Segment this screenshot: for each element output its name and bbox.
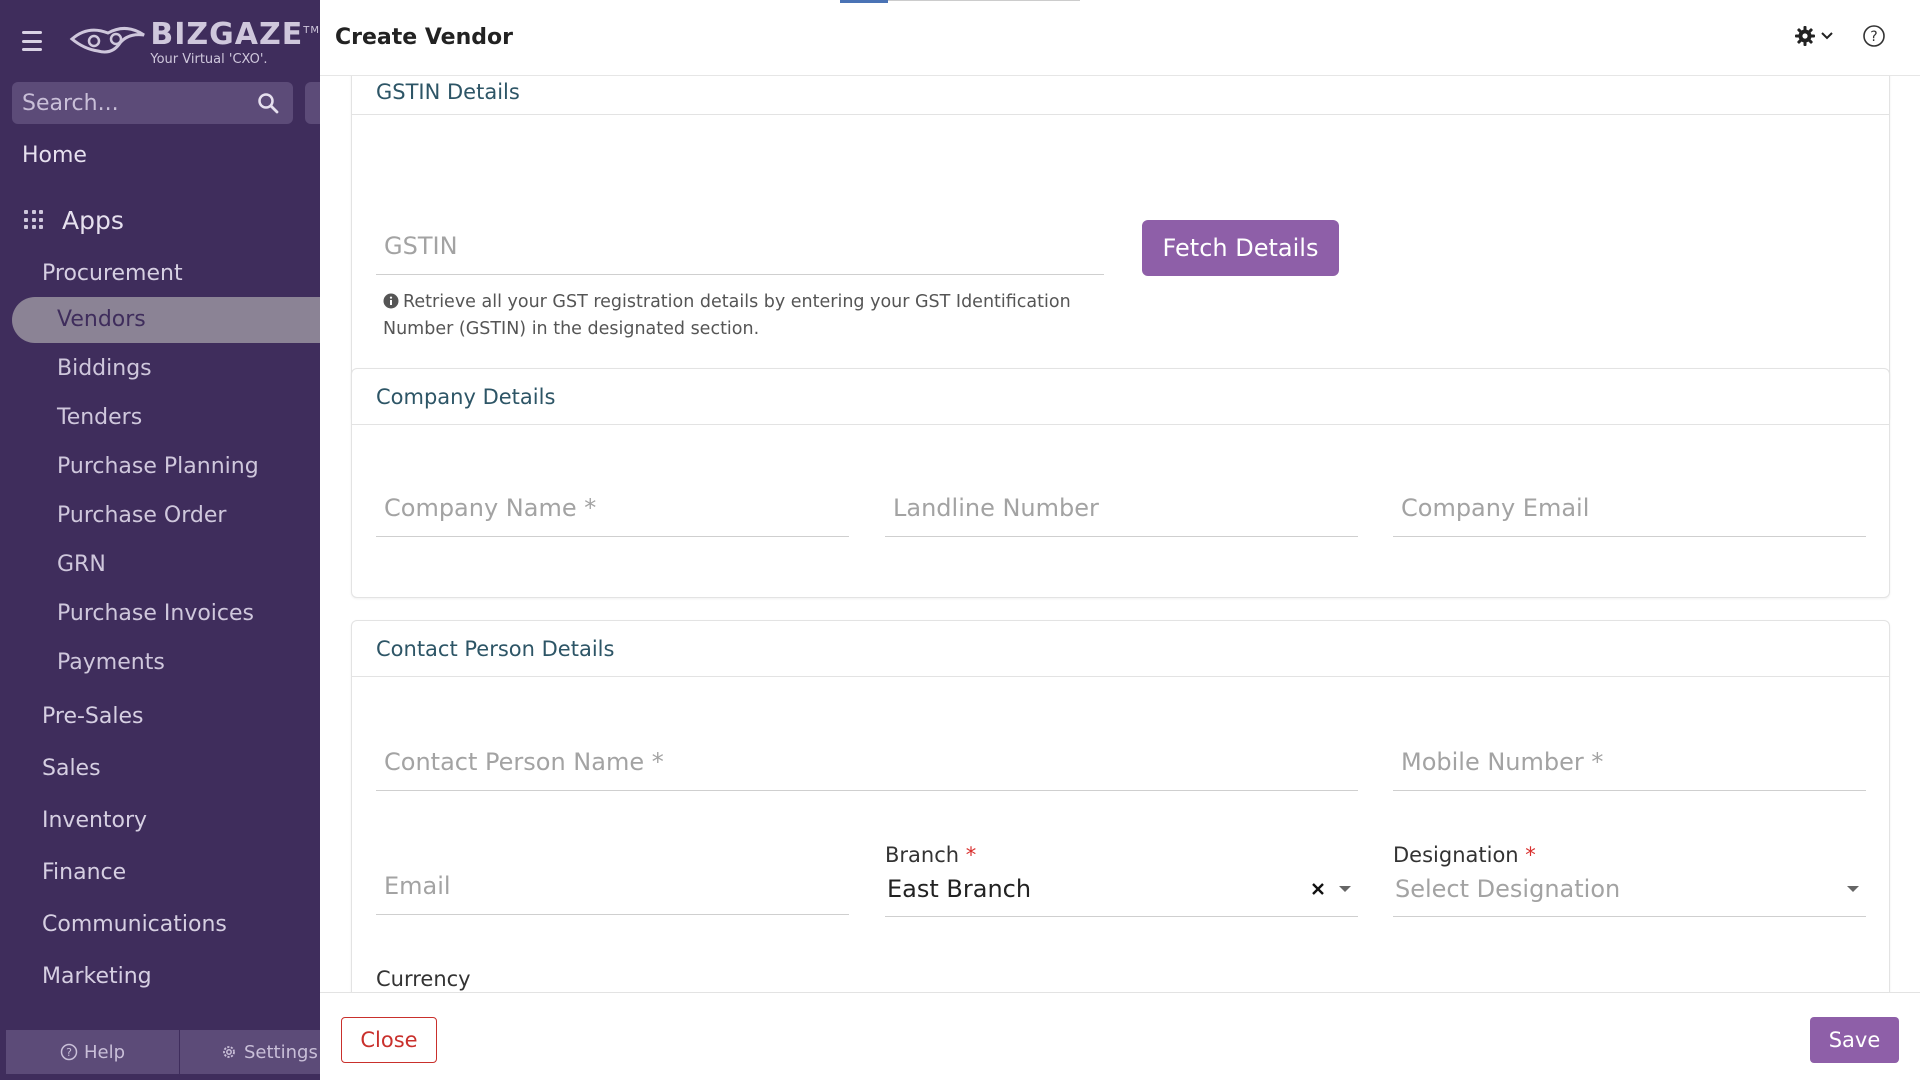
nav-group-marketing[interactable]: Marketing [0,956,320,998]
sidebar-footer: ? Help Settings [6,1030,320,1074]
help-label: Help [83,1041,126,1063]
designation-placeholder: Select Designation [1395,874,1621,903]
branch-value: East Branch [887,874,1032,903]
create-vendor-panel: Create Vendor ? GSTIN Details GSTIN Fetc… [320,0,1920,1080]
header-actions: ? [1794,24,1886,48]
fetch-details-button[interactable]: Fetch Details [1142,220,1339,276]
logo-name: BIZGAZE [150,16,304,52]
gstin-section-title: GSTIN Details [352,76,1889,115]
company-section-title: Company Details [352,369,1889,425]
nav-item-purchase-invoices[interactable]: Purchase Invoices [0,591,320,637]
gstin-hint-line1: Retrieve all your GST registration detai… [403,292,1071,312]
email-field [376,859,849,915]
nav-group-finance[interactable]: Finance [0,852,320,894]
sidebar: BIZGAZETM Your Virtual 'CXO'. Home Apps … [0,0,320,1080]
save-button[interactable]: Save [1810,1017,1899,1063]
nav-section-procurement[interactable]: Procurement [0,254,320,294]
clear-icon[interactable] [1310,881,1326,897]
settings-dropdown-button[interactable] [1794,25,1834,47]
settings-link[interactable]: Settings [180,1030,320,1074]
company-email-input[interactable] [1393,481,1866,535]
company-name-field [376,481,849,537]
landline-input[interactable] [885,481,1358,535]
panel-header: Create Vendor ? [320,0,1920,76]
settings-label: Settings [244,1041,318,1063]
help-circle-icon[interactable]: ? [1862,24,1886,48]
currency-label: Currency [376,967,471,991]
nav-group-communications[interactable]: Communications [0,904,320,946]
panel-footer: Close Save [320,992,1920,1080]
nav-item-vendors[interactable]: Vendors [12,297,320,343]
nav-group-inventory[interactable]: Inventory [0,800,320,842]
tab-track [888,0,1080,1]
nav-item-grn[interactable]: GRN [0,542,320,588]
question-icon: ? [60,1043,78,1061]
apps-grid-icon [24,210,44,230]
svg-text:?: ? [1870,29,1877,45]
branch-select[interactable]: East Branch [885,861,1358,917]
gstin-input[interactable] [376,219,1104,273]
caret-down-icon [1847,885,1859,892]
designation-select[interactable]: Select Designation [1393,861,1866,917]
chevron-down-icon [1821,32,1833,40]
sidebar-search [12,82,320,126]
svg-text:?: ? [66,1046,72,1059]
close-button[interactable]: Close [341,1017,437,1063]
tab-indicator [840,0,888,3]
gear-icon [223,1046,235,1058]
logo[interactable]: BIZGAZETM Your Virtual 'CXO'. [68,16,320,67]
logo-tagline: Your Virtual 'CXO'. [150,51,268,67]
mobile-input[interactable] [1393,735,1866,789]
logo-owl-icon [70,27,146,54]
mobile-field [1393,735,1866,791]
page-title: Create Vendor [335,25,513,50]
gstin-hint: Retrieve all your GST registration detai… [383,289,1143,343]
nav-group-sales[interactable]: Sales [0,748,320,790]
contact-name-input[interactable] [376,735,1358,789]
contact-person-card: Contact Person Details Branch * East Bra… [351,620,1890,992]
menu-toggle-icon[interactable] [22,31,43,51]
company-name-input[interactable] [376,481,849,535]
search-scope-button[interactable] [305,82,320,124]
nav-home[interactable]: Home [0,138,320,174]
landline-field [885,481,1358,537]
search-icon[interactable] [257,92,279,114]
form-content: GSTIN Details Fetch Details Retrieve all… [320,76,1920,992]
company-email-field [1393,481,1866,537]
sidebar-header: BIZGAZETM Your Virtual 'CXO'. [0,0,320,82]
email-input[interactable] [376,859,849,913]
nav-item-biddings[interactable]: Biddings [0,346,320,392]
nav-apps-label: Apps [62,205,124,235]
nav-item-purchase-planning[interactable]: Purchase Planning [0,444,320,490]
nav-item-tenders[interactable]: Tenders [0,395,320,441]
logo-trademark: TM [303,24,320,36]
caret-down-icon [1339,885,1351,892]
info-icon [383,293,399,309]
nav-group-pre-sales[interactable]: Pre-Sales [0,696,320,738]
gstin-hint-line2: Number (GSTIN) in the designated section… [383,319,760,339]
search-box [12,82,293,124]
help-link[interactable]: ? Help [6,1030,180,1074]
contact-name-field [376,735,1358,791]
nav-item-purchase-order[interactable]: Purchase Order [0,493,320,539]
gstin-field [376,219,1104,275]
nav-item-payments[interactable]: Payments [0,640,320,686]
search-input[interactable] [22,90,252,116]
nav-apps[interactable]: Apps [0,200,320,240]
company-details-card: Company Details [351,368,1890,598]
contact-section-title: Contact Person Details [352,621,1889,677]
gear-icon [1795,26,1815,46]
